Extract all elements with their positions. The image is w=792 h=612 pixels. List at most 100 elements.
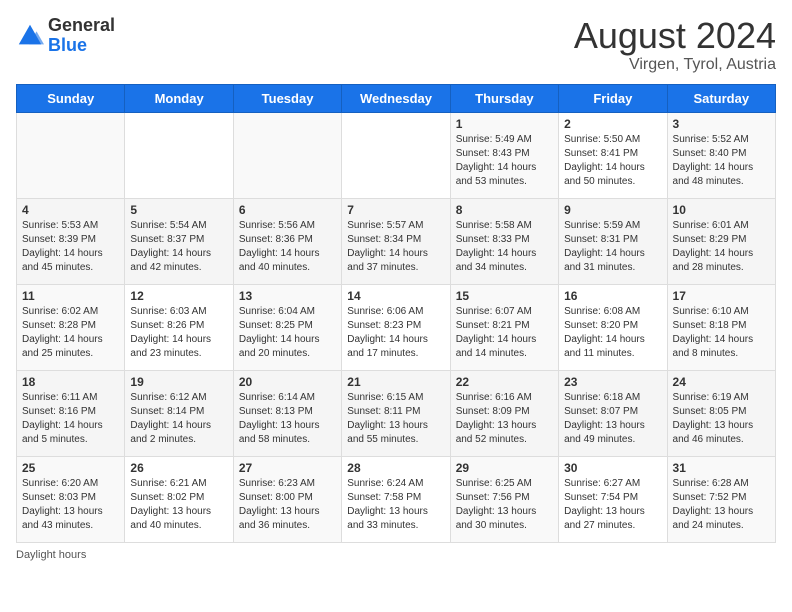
logo-text: General Blue bbox=[48, 16, 115, 56]
day-cell: 29 Sunrise: 6:25 AM Sunset: 7:56 PM Dayli… bbox=[450, 456, 558, 542]
day-cell: 16 Sunrise: 6:08 AM Sunset: 8:20 PM Dayli… bbox=[559, 284, 667, 370]
day-info: Sunrise: 6:02 AM Sunset: 8:28 PM Dayligh… bbox=[22, 305, 119, 361]
day-cell bbox=[233, 112, 341, 198]
day-number: 21 bbox=[347, 375, 444, 389]
day-cell: 30 Sunrise: 6:27 AM Sunset: 7:54 PM Dayli… bbox=[559, 456, 667, 542]
day-info: Sunrise: 6:28 AM Sunset: 7:52 PM Dayligh… bbox=[673, 477, 770, 533]
day-info: Sunrise: 6:19 AM Sunset: 8:05 PM Dayligh… bbox=[673, 391, 770, 447]
daylight-label: Daylight hours bbox=[16, 549, 86, 561]
day-info: Sunrise: 6:07 AM Sunset: 8:21 PM Dayligh… bbox=[456, 305, 553, 361]
day-cell: 22Sunrise: 6:16 AM Sunset: 8:09 PM Dayli… bbox=[450, 370, 558, 456]
day-cell bbox=[17, 112, 125, 198]
day-cell: 20Sunrise: 6:14 AM Sunset: 8:13 PM Dayli… bbox=[233, 370, 341, 456]
day-info: Sunrise: 6:15 AM Sunset: 8:11 PM Dayligh… bbox=[347, 391, 444, 447]
day-number: 18 bbox=[22, 375, 119, 389]
day-info: Sunrise: 6:23 AM Sunset: 8:00 PM Dayligh… bbox=[239, 477, 336, 533]
day-info: Sunrise: 6:08 AM Sunset: 8:20 PM Dayligh… bbox=[564, 305, 661, 361]
day-number: 25 bbox=[22, 461, 119, 475]
day-number: 23 bbox=[564, 375, 661, 389]
day-info: Sunrise: 5:49 AM Sunset: 8:43 PM Dayligh… bbox=[456, 133, 553, 189]
day-number: 11 bbox=[22, 289, 119, 303]
day-number: 4 bbox=[22, 203, 119, 217]
day-info: Sunrise: 5:57 AM Sunset: 8:34 PM Dayligh… bbox=[347, 219, 444, 275]
page: General Blue August 2024 Virgen, Tyrol, … bbox=[0, 0, 792, 612]
logo-general: General bbox=[48, 16, 115, 36]
day-cell: 31 Sunrise: 6:28 AM Sunset: 7:52 PM Dayli… bbox=[667, 456, 775, 542]
day-number: 24 bbox=[673, 375, 770, 389]
day-number: 27 bbox=[239, 461, 336, 475]
day-info: Sunrise: 6:10 AM Sunset: 8:18 PM Dayligh… bbox=[673, 305, 770, 361]
week-row-0: 1 Sunrise: 5:49 AM Sunset: 8:43 PM Daylig… bbox=[17, 112, 776, 198]
day-cell: 25 Sunrise: 6:20 AM Sunset: 8:03 PM Dayli… bbox=[17, 456, 125, 542]
header-sunday: Sunday bbox=[17, 84, 125, 112]
day-info: Sunrise: 5:52 AM Sunset: 8:40 PM Dayligh… bbox=[673, 133, 770, 189]
day-info: Sunrise: 6:21 AM Sunset: 8:02 PM Dayligh… bbox=[130, 477, 227, 533]
day-cell: 4 Sunrise: 5:53 AM Sunset: 8:39 PM Daylig… bbox=[17, 198, 125, 284]
day-info: Sunrise: 5:54 AM Sunset: 8:37 PM Dayligh… bbox=[130, 219, 227, 275]
day-number: 16 bbox=[564, 289, 661, 303]
header-saturday: Saturday bbox=[667, 84, 775, 112]
week-row-2: 11 Sunrise: 6:02 AM Sunset: 8:28 PM Dayli… bbox=[17, 284, 776, 370]
day-number: 17 bbox=[673, 289, 770, 303]
day-cell: 2 Sunrise: 5:50 AM Sunset: 8:41 PM Daylig… bbox=[559, 112, 667, 198]
day-cell: 7Sunrise: 5:57 AM Sunset: 8:34 PM Daylig… bbox=[342, 198, 450, 284]
day-info: Sunrise: 6:06 AM Sunset: 8:23 PM Dayligh… bbox=[347, 305, 444, 361]
header: General Blue August 2024 Virgen, Tyrol, … bbox=[16, 16, 776, 74]
week-row-4: 25 Sunrise: 6:20 AM Sunset: 8:03 PM Dayli… bbox=[17, 456, 776, 542]
calendar-table: Sunday Monday Tuesday Wednesday Thursday… bbox=[16, 84, 776, 543]
day-cell: 13 Sunrise: 6:04 AM Sunset: 8:25 PM Dayli… bbox=[233, 284, 341, 370]
logo: General Blue bbox=[16, 16, 115, 56]
week-row-1: 4 Sunrise: 5:53 AM Sunset: 8:39 PM Daylig… bbox=[17, 198, 776, 284]
day-number: 1 bbox=[456, 117, 553, 131]
day-number: 19 bbox=[130, 375, 227, 389]
day-info: Sunrise: 5:53 AM Sunset: 8:39 PM Dayligh… bbox=[22, 219, 119, 275]
day-number: 9 bbox=[564, 203, 661, 217]
day-info: Sunrise: 6:24 AM Sunset: 7:58 PM Dayligh… bbox=[347, 477, 444, 533]
week-row-3: 18 Sunrise: 6:11 AM Sunset: 8:16 PM Dayli… bbox=[17, 370, 776, 456]
day-info: Sunrise: 6:11 AM Sunset: 8:16 PM Dayligh… bbox=[22, 391, 119, 447]
day-number: 30 bbox=[564, 461, 661, 475]
day-cell: 27 Sunrise: 6:23 AM Sunset: 8:00 PM Dayli… bbox=[233, 456, 341, 542]
day-number: 13 bbox=[239, 289, 336, 303]
day-info: Sunrise: 6:12 AM Sunset: 8:14 PM Dayligh… bbox=[130, 391, 227, 447]
day-info: Sunrise: 5:50 AM Sunset: 8:41 PM Dayligh… bbox=[564, 133, 661, 189]
subtitle: Virgen, Tyrol, Austria bbox=[574, 56, 776, 74]
day-cell: 21 Sunrise: 6:15 AM Sunset: 8:11 PM Dayli… bbox=[342, 370, 450, 456]
day-cell: 23Sunrise: 6:18 AM Sunset: 8:07 PM Dayli… bbox=[559, 370, 667, 456]
day-info: Sunrise: 6:27 AM Sunset: 7:54 PM Dayligh… bbox=[564, 477, 661, 533]
day-cell: 5 Sunrise: 5:54 AM Sunset: 8:37 PM Daylig… bbox=[125, 198, 233, 284]
day-info: Sunrise: 6:03 AM Sunset: 8:26 PM Dayligh… bbox=[130, 305, 227, 361]
day-number: 22 bbox=[456, 375, 553, 389]
day-info: Sunrise: 5:59 AM Sunset: 8:31 PM Dayligh… bbox=[564, 219, 661, 275]
header-thursday: Thursday bbox=[450, 84, 558, 112]
day-number: 29 bbox=[456, 461, 553, 475]
day-number: 8 bbox=[456, 203, 553, 217]
header-monday: Monday bbox=[125, 84, 233, 112]
footer: Daylight hours bbox=[16, 549, 776, 561]
day-number: 5 bbox=[130, 203, 227, 217]
day-cell: 28 Sunrise: 6:24 AM Sunset: 7:58 PM Dayli… bbox=[342, 456, 450, 542]
day-info: Sunrise: 5:58 AM Sunset: 8:33 PM Dayligh… bbox=[456, 219, 553, 275]
day-cell: 10Sunrise: 6:01 AM Sunset: 8:29 PM Dayli… bbox=[667, 198, 775, 284]
day-info: Sunrise: 6:20 AM Sunset: 8:03 PM Dayligh… bbox=[22, 477, 119, 533]
day-cell: 9 Sunrise: 5:59 AM Sunset: 8:31 PM Daylig… bbox=[559, 198, 667, 284]
day-cell: 1 Sunrise: 5:49 AM Sunset: 8:43 PM Daylig… bbox=[450, 112, 558, 198]
day-number: 28 bbox=[347, 461, 444, 475]
day-cell: 19 Sunrise: 6:12 AM Sunset: 8:14 PM Dayli… bbox=[125, 370, 233, 456]
day-info: Sunrise: 6:14 AM Sunset: 8:13 PM Dayligh… bbox=[239, 391, 336, 447]
header-tuesday: Tuesday bbox=[233, 84, 341, 112]
day-cell: 18 Sunrise: 6:11 AM Sunset: 8:16 PM Dayli… bbox=[17, 370, 125, 456]
day-info: Sunrise: 6:04 AM Sunset: 8:25 PM Dayligh… bbox=[239, 305, 336, 361]
header-friday: Friday bbox=[559, 84, 667, 112]
logo-blue: Blue bbox=[48, 36, 115, 56]
day-number: 31 bbox=[673, 461, 770, 475]
day-cell: 8 Sunrise: 5:58 AM Sunset: 8:33 PM Daylig… bbox=[450, 198, 558, 284]
day-cell: 12Sunrise: 6:03 AM Sunset: 8:26 PM Dayli… bbox=[125, 284, 233, 370]
day-info: Sunrise: 6:25 AM Sunset: 7:56 PM Dayligh… bbox=[456, 477, 553, 533]
day-number: 3 bbox=[673, 117, 770, 131]
day-cell: 26Sunrise: 6:21 AM Sunset: 8:02 PM Dayli… bbox=[125, 456, 233, 542]
day-number: 2 bbox=[564, 117, 661, 131]
day-info: Sunrise: 6:01 AM Sunset: 8:29 PM Dayligh… bbox=[673, 219, 770, 275]
day-cell bbox=[125, 112, 233, 198]
logo-icon bbox=[16, 22, 44, 50]
